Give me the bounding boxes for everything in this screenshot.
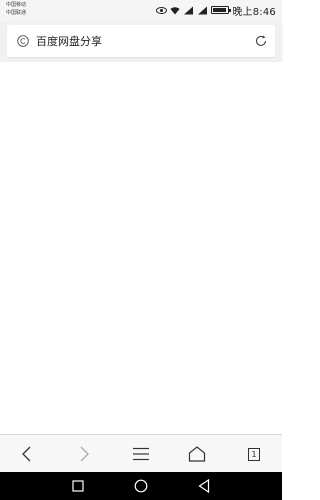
- system-home-button[interactable]: [134, 479, 148, 493]
- signal-icon: [184, 6, 194, 14]
- url-bar-container: 百度网盘分享: [0, 22, 282, 62]
- status-icons: 晚上8:46: [156, 3, 276, 18]
- system-nav-bar: [0, 472, 282, 500]
- tabs-icon: 1: [248, 447, 260, 461]
- carrier-info: 中国移动 中国联通: [6, 1, 26, 17]
- home-icon: [188, 446, 206, 462]
- menu-icon: [133, 447, 149, 461]
- browser-toolbar: 1: [0, 434, 282, 473]
- url-bar[interactable]: 百度网盘分享: [7, 25, 275, 57]
- wifi-icon: [170, 6, 180, 14]
- tabs-button[interactable]: 1: [244, 444, 264, 464]
- back-button[interactable]: [17, 444, 37, 464]
- recent-apps-button[interactable]: [71, 479, 85, 493]
- carrier-line-2: 中国联通: [6, 10, 27, 16]
- back-icon: [22, 446, 31, 462]
- recent-apps-icon: [72, 480, 84, 492]
- page-content: [0, 62, 282, 434]
- clock: 晚上8:46: [232, 6, 276, 18]
- forward-button[interactable]: [74, 444, 94, 464]
- menu-button[interactable]: [131, 444, 151, 464]
- home-circle-icon: [134, 479, 148, 493]
- signal-icon: [198, 6, 208, 14]
- carrier-line-1: 中国移动: [6, 2, 27, 8]
- back-triangle-icon: [198, 479, 210, 493]
- home-button[interactable]: [187, 444, 207, 464]
- page-title: 百度网盘分享: [36, 35, 102, 48]
- reload-icon[interactable]: [254, 34, 268, 48]
- status-bar: 中国移动 中国联通 晚上8:46: [0, 0, 282, 22]
- battery-icon: [211, 6, 232, 14]
- forward-icon: [80, 446, 89, 462]
- system-back-button[interactable]: [197, 479, 211, 493]
- copyright-c-icon: [17, 35, 29, 47]
- eye-icon: [156, 6, 168, 14]
